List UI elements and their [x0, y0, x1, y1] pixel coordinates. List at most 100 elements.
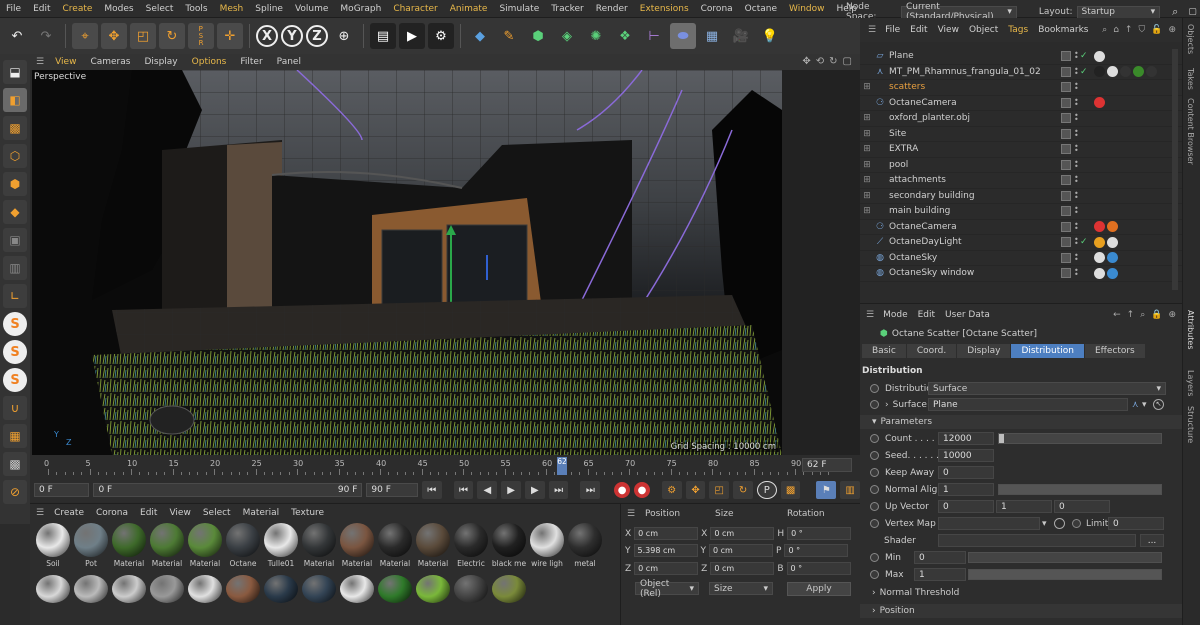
- attribute-menu-user-data[interactable]: User Data: [940, 310, 995, 320]
- tab-structure[interactable]: Structure: [1186, 406, 1195, 443]
- anim-radio[interactable]: [870, 400, 879, 409]
- transform-icon[interactable]: ✛: [217, 23, 243, 49]
- menu-modes[interactable]: Modes: [98, 4, 139, 14]
- tab-content-browser[interactable]: Content Browser: [1186, 98, 1195, 165]
- anim-radio[interactable]: [870, 502, 879, 511]
- quantize-icon[interactable]: S: [3, 368, 27, 392]
- tab-objects[interactable]: Objects: [1186, 24, 1195, 54]
- material-menu-view[interactable]: View: [163, 508, 196, 518]
- pick-icon[interactable]: [1054, 518, 1065, 529]
- points-mode-icon[interactable]: ⬡: [3, 144, 27, 168]
- anim-radio[interactable]: [870, 570, 879, 579]
- workplane-icon[interactable]: ∟: [3, 284, 27, 308]
- menu-render[interactable]: Render: [590, 4, 634, 14]
- material-swatch[interactable]: Material: [110, 521, 148, 569]
- position-y-field[interactable]: 5.398 cm: [633, 544, 698, 557]
- field-icon[interactable]: ⬬: [670, 23, 696, 49]
- prev-key-icon[interactable]: ⏮: [453, 481, 474, 499]
- material-swatch[interactable]: [414, 573, 452, 603]
- current-frame-field[interactable]: 62 F: [802, 458, 852, 472]
- layout-select[interactable]: Startup ▾: [1076, 5, 1161, 19]
- chevron-down-icon[interactable]: ▾: [1142, 400, 1147, 410]
- axis-mode-icon[interactable]: ▥: [3, 256, 27, 280]
- expand-icon[interactable]: ⊞: [860, 204, 874, 219]
- material-swatch[interactable]: [376, 573, 414, 603]
- size-x-field[interactable]: 0 cm: [710, 527, 775, 540]
- coordinate-system-icon[interactable]: ⊕: [331, 23, 357, 49]
- filter-icon[interactable]: ⛉: [1138, 25, 1145, 35]
- next-key-icon[interactable]: ⏭: [548, 481, 569, 499]
- material-swatch[interactable]: [110, 573, 148, 603]
- lock-icon[interactable]: 🔒: [1151, 310, 1162, 320]
- visibility-dots-icon[interactable]: • •: [1074, 189, 1080, 201]
- anim-radio[interactable]: [870, 485, 879, 494]
- keyframe-selection-icon[interactable]: ⚙: [661, 481, 682, 499]
- expand-icon[interactable]: ⊞: [860, 189, 874, 204]
- menu-edit[interactable]: Edit: [27, 4, 56, 14]
- object-tag-icon[interactable]: [1094, 267, 1105, 279]
- object-tag-icon[interactable]: [1107, 267, 1118, 279]
- material-swatch[interactable]: [148, 573, 186, 603]
- expand-icon[interactable]: ⊞: [860, 111, 874, 126]
- hamburger-icon[interactable]: ☰: [868, 25, 876, 35]
- material-swatch[interactable]: Pot: [72, 521, 110, 569]
- material-menu-texture[interactable]: Texture: [285, 508, 330, 518]
- enabled-check-icon[interactable]: ✓: [1080, 67, 1088, 77]
- render-picture-viewer-icon[interactable]: ▶: [399, 23, 425, 49]
- key-pla-icon[interactable]: ▩: [780, 481, 801, 499]
- object-menu-view[interactable]: View: [933, 25, 964, 35]
- min-field[interactable]: 0: [914, 551, 966, 564]
- material-menu-material[interactable]: Material: [237, 508, 286, 518]
- material-menu-create[interactable]: Create: [48, 508, 90, 518]
- anim-radio[interactable]: [870, 553, 879, 562]
- cube-icon[interactable]: ◆: [467, 23, 493, 49]
- psr-icon[interactable]: PSR: [188, 23, 214, 49]
- object-menu-tags[interactable]: Tags: [1003, 25, 1033, 35]
- coord-mode-select[interactable]: Object (Rel) ▾: [635, 579, 699, 599]
- menu-mograph[interactable]: MoGraph: [334, 4, 387, 14]
- menu-mesh[interactable]: Mesh: [214, 4, 250, 14]
- layer-toggle[interactable]: [1061, 51, 1071, 62]
- object-row[interactable]: ⟋ OctaneDayLight • • ✓: [860, 235, 1182, 251]
- polygons-mode-icon[interactable]: ◆: [3, 200, 27, 224]
- uv-mode-icon[interactable]: ▣: [3, 228, 27, 252]
- max-field[interactable]: 1: [914, 568, 966, 581]
- generator-icon[interactable]: ◈: [554, 23, 580, 49]
- anim-radio[interactable]: [870, 434, 879, 443]
- model-mode-icon[interactable]: ◧: [3, 88, 27, 112]
- object-tag-icon[interactable]: [1094, 66, 1105, 78]
- material-swatch[interactable]: Electric: [452, 521, 490, 569]
- up-vector-x-field[interactable]: 0: [938, 500, 994, 513]
- layer-toggle[interactable]: [1061, 206, 1071, 217]
- add-icon[interactable]: ⊕: [1168, 310, 1176, 320]
- object-row[interactable]: ◍ OctaneSky window • •: [860, 266, 1182, 282]
- rotation-b-field[interactable]: 0 °: [786, 562, 851, 575]
- zoom-icon[interactable]: ↻: [829, 56, 837, 67]
- material-swatch[interactable]: [72, 573, 110, 603]
- workplane-grid-icon[interactable]: ▩: [3, 452, 27, 476]
- add-icon[interactable]: ⊕: [1168, 25, 1176, 35]
- material-swatch[interactable]: Material: [376, 521, 414, 569]
- menu-octane[interactable]: Octane: [739, 4, 783, 14]
- window-icon[interactable]: ▢: [1188, 7, 1197, 17]
- move-icon[interactable]: ✥: [101, 23, 127, 49]
- rotation-p-field[interactable]: 0 °: [784, 544, 849, 557]
- object-row[interactable]: ⚆ OctaneCamera • •: [860, 220, 1182, 235]
- attribute-menu-mode[interactable]: Mode: [878, 310, 913, 320]
- object-row[interactable]: ⊞ Site • •: [860, 127, 1182, 142]
- limit-field[interactable]: 0: [1108, 517, 1164, 530]
- search-icon[interactable]: ⌕: [1102, 25, 1107, 35]
- rotation-h-field[interactable]: 0 °: [787, 527, 852, 540]
- pick-icon[interactable]: ↖: [1153, 399, 1164, 410]
- layer-toggle[interactable]: [1061, 268, 1071, 279]
- frame-range-slider[interactable]: 0 F 90 F: [93, 483, 363, 497]
- visibility-dots-icon[interactable]: • •: [1074, 205, 1080, 217]
- material-swatch[interactable]: black me: [490, 521, 528, 569]
- visibility-dots-icon[interactable]: • •: [1074, 127, 1080, 139]
- visibility-dots-icon[interactable]: • •: [1074, 112, 1080, 124]
- material-swatch[interactable]: Material: [338, 521, 376, 569]
- layer-toggle[interactable]: [1061, 190, 1071, 201]
- anim-radio[interactable]: [1072, 519, 1081, 528]
- up-vector-z-field[interactable]: 0: [1054, 500, 1110, 513]
- layer-toggle[interactable]: [1061, 252, 1071, 263]
